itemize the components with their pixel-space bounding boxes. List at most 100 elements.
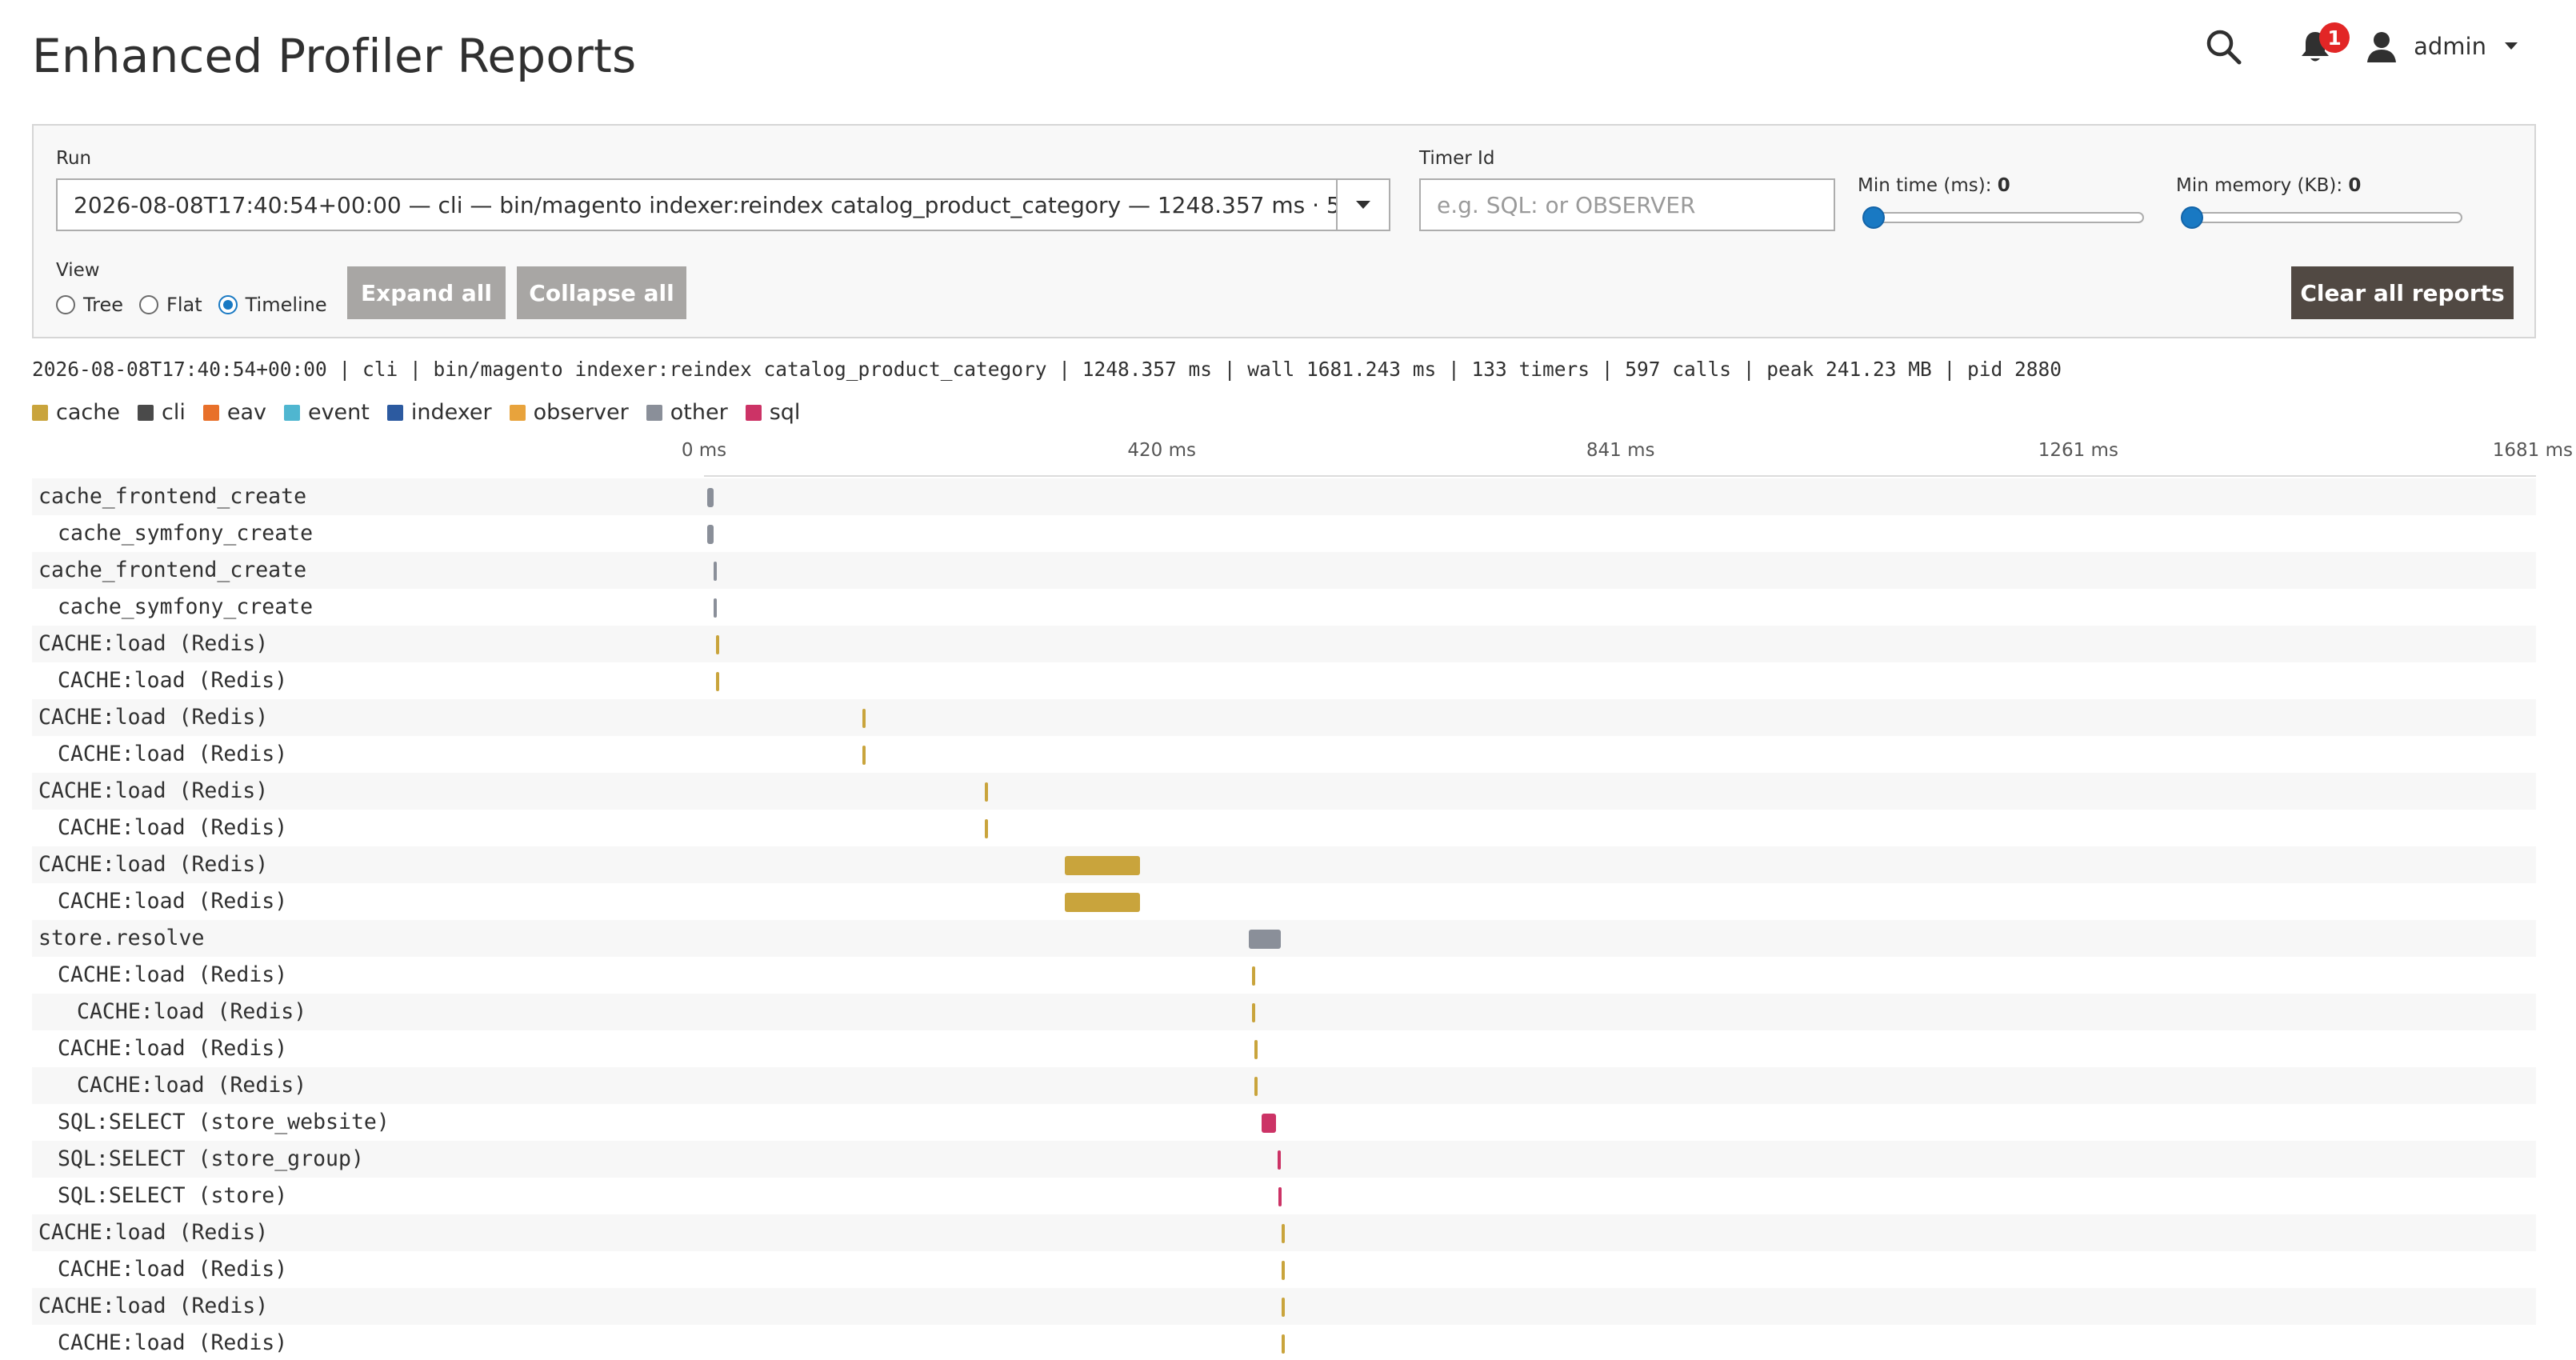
legend-label: indexer (410, 400, 492, 425)
span-name: CACHE:load (Redis) (38, 778, 269, 803)
min-time-value: 0 (1997, 175, 2010, 196)
expand-all-button[interactable]: Expand all (347, 266, 506, 319)
span-bar-other[interactable] (707, 525, 714, 544)
axis-tick-label: 1261 ms (2038, 440, 2118, 461)
span-name: CACHE:load (Redis) (77, 999, 307, 1024)
timeline-row[interactable]: CACHE:load (Redis) (32, 699, 2536, 736)
span-bar-cache[interactable] (1254, 1040, 1258, 1059)
span-name: CACHE:load (Redis) (77, 1073, 307, 1098)
run-select-value: 2026-08-08T17:40:54+00:00 — cli — bin/ma… (74, 191, 1336, 218)
timeline-row[interactable]: store.resolve (32, 920, 2536, 957)
span-name: CACHE:load (Redis) (38, 852, 269, 877)
span-bar-cache[interactable] (1282, 1334, 1285, 1354)
min-time-slider[interactable] (1862, 206, 2144, 229)
page-title: Enhanced Profiler Reports (32, 29, 637, 83)
timeline-rows: cache_frontend_create cache_symfony_creat… (32, 478, 2536, 1360)
span-bar-cache[interactable] (1282, 1224, 1285, 1243)
span-name: cache_frontend_create (38, 484, 307, 509)
span-name: CACHE:load (Redis) (38, 631, 269, 656)
timeline-row[interactable]: CACHE:load (Redis) (32, 846, 2536, 883)
span-bar-sql[interactable] (1277, 1150, 1281, 1170)
min-memory-slider-thumb[interactable] (2181, 206, 2203, 229)
axis-tick-label: 841 ms (1586, 440, 1655, 461)
radio-button[interactable] (139, 295, 159, 314)
radio-label: Timeline (245, 294, 327, 316)
timeline-row[interactable]: SQL:SELECT (store_website) (32, 1104, 2536, 1141)
timeline-row[interactable]: CACHE:load (Redis) (32, 883, 2536, 920)
legend-item-eav: eav (202, 400, 266, 425)
span-bar-other[interactable] (714, 562, 718, 581)
view-radio-tree[interactable]: Tree (56, 294, 123, 316)
span-bar-cache[interactable] (1064, 856, 1140, 875)
span-bar-cache[interactable] (862, 709, 866, 728)
legend-item-event: event (283, 400, 370, 425)
timeline-row[interactable]: CACHE:load (Redis) (32, 957, 2536, 994)
legend-swatch (386, 404, 403, 421)
span-bar-cache[interactable] (1282, 1261, 1285, 1280)
timeline-row[interactable]: CACHE:load (Redis) (32, 1067, 2536, 1104)
view-radio-flat[interactable]: Flat (139, 294, 202, 316)
span-bar-other[interactable] (714, 598, 718, 618)
legend-label: cli (161, 400, 186, 425)
view-radio-timeline[interactable]: Timeline (218, 294, 327, 316)
timeline-row[interactable]: CACHE:load (Redis) (32, 626, 2536, 662)
timeline-row[interactable]: cache_symfony_create (32, 589, 2536, 626)
span-name: cache_frontend_create (38, 558, 307, 582)
run-select-arrow[interactable] (1336, 180, 1389, 230)
legend-swatch (646, 404, 662, 421)
min-memory-slider[interactable] (2181, 206, 2462, 229)
timeline-row[interactable]: CACHE:load (Redis) (32, 736, 2536, 773)
span-name: CACHE:load (Redis) (58, 815, 288, 840)
timeline-row[interactable]: CACHE:load (Redis) (32, 810, 2536, 846)
timeline-row[interactable]: SQL:SELECT (store) (32, 1178, 2536, 1214)
timeline-axis: 0 ms 420 ms 841 ms 1261 ms 1681 ms (0, 440, 2576, 472)
search-icon[interactable] (2204, 27, 2242, 66)
span-bar-cache[interactable] (862, 746, 866, 765)
axis-tick-label: 0 ms (681, 440, 727, 461)
timer-id-input[interactable] (1419, 178, 1835, 231)
span-bar-cache[interactable] (715, 635, 719, 654)
span-bar-cache[interactable] (985, 819, 989, 838)
span-bar-other[interactable] (1249, 930, 1281, 949)
min-memory-value: 0 (2348, 175, 2362, 196)
span-bar-cache[interactable] (1064, 893, 1140, 912)
span-bar-other[interactable] (707, 488, 714, 507)
span-bar-cache[interactable] (1254, 1077, 1258, 1096)
radio-label: Flat (166, 294, 202, 316)
timeline-row[interactable]: CACHE:load (Redis) (32, 1325, 2536, 1360)
timeline-row[interactable]: CACHE:load (Redis) (32, 662, 2536, 699)
timeline-row[interactable]: CACHE:load (Redis) (32, 994, 2536, 1030)
radio-button[interactable] (56, 295, 75, 314)
timeline-row[interactable]: cache_frontend_create (32, 552, 2536, 589)
timeline-row[interactable]: cache_symfony_create (32, 515, 2536, 552)
user-menu[interactable]: admin (2366, 30, 2518, 62)
run-select[interactable]: 2026-08-08T17:40:54+00:00 — cli — bin/ma… (56, 178, 1390, 231)
legend-item-sql: sql (745, 400, 800, 425)
span-bar-cache[interactable] (1252, 966, 1256, 986)
span-bar-sql[interactable] (1262, 1114, 1277, 1133)
timeline-row[interactable]: CACHE:load (Redis) (32, 1030, 2536, 1067)
notification-count-badge: 1 (2319, 22, 2350, 53)
legend-swatch (745, 404, 762, 421)
axis-tick-label: 1681 ms (2492, 440, 2573, 461)
timeline-row[interactable]: CACHE:load (Redis) (32, 1251, 2536, 1288)
notifications-button[interactable]: 1 (2298, 22, 2350, 64)
span-name: cache_symfony_create (58, 594, 314, 619)
radio-button[interactable] (218, 295, 238, 314)
span-bar-cache[interactable] (715, 672, 719, 691)
legend-swatch (509, 404, 526, 421)
collapse-all-button[interactable]: Collapse all (517, 266, 686, 319)
span-name: CACHE:load (Redis) (58, 668, 288, 693)
timeline-row[interactable]: CACHE:load (Redis) (32, 1214, 2536, 1251)
timeline-row[interactable]: cache_frontend_create (32, 478, 2536, 515)
timeline-row[interactable]: SQL:SELECT (store_group) (32, 1141, 2536, 1178)
legend-item-indexer: indexer (386, 400, 492, 425)
timeline-row[interactable]: CACHE:load (Redis) (32, 773, 2536, 810)
timeline-row[interactable]: CACHE:load (Redis) (32, 1288, 2536, 1325)
min-time-slider-thumb[interactable] (1862, 206, 1885, 229)
span-bar-cache[interactable] (985, 782, 989, 802)
span-bar-cache[interactable] (1252, 1003, 1256, 1022)
span-bar-cache[interactable] (1282, 1298, 1285, 1317)
clear-all-reports-button[interactable]: Clear all reports (2291, 266, 2514, 319)
span-bar-sql[interactable] (1278, 1187, 1282, 1206)
